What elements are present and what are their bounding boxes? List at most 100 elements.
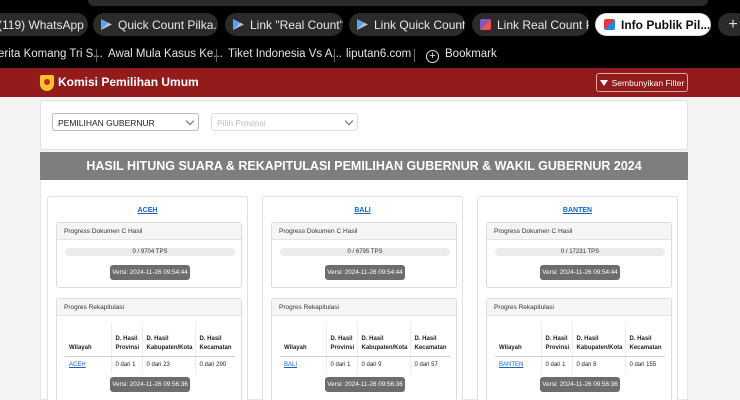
address-bar-edge (88, 0, 708, 6)
hide-filter-label: Sembunyikan Filter (611, 77, 685, 88)
chevron-down-icon (185, 116, 195, 126)
column-header: D. Hasil Kabupaten/Kota (141, 323, 195, 357)
election-type-value: PEMILIHAN GUBERNUR (58, 118, 155, 128)
progress-text: 0 / 9704 TPS (132, 249, 168, 255)
tab-info-publik-pilkada[interactable]: Info Publik Pil... ✕ (595, 13, 711, 36)
province-placeholder: Pilih Provinsi (217, 118, 266, 128)
table-row: BALI 0 dari 1 0 dari 9 0 dari 57 (280, 356, 450, 373)
filter-icon (599, 79, 608, 86)
province-link[interactable]: BALI (263, 207, 462, 214)
table-cell: 0 dari 23 (141, 356, 195, 373)
version-badge: Versi: 2024-11-26 09:54:44 (540, 265, 620, 280)
kpu-icon (604, 19, 615, 30)
tab-title: Link Real Count Pil... (497, 17, 589, 32)
bookmark-item[interactable]: Tiket Indonesia Vs A... (228, 48, 342, 60)
browser-tab-strip: (119) WhatsApp Quick Count Pilka... Link… (0, 0, 740, 44)
panel-heading: Progress Dokumen C Hasil (272, 223, 456, 240)
version-badge: Versi: 2024-11-26 09:56:36 (325, 377, 405, 392)
rekap-table: Wilayah D. Hasil Provinsi D. Hasil Kabup… (280, 323, 450, 373)
column-header: D. Hasil Kabupaten/Kota (571, 323, 625, 357)
column-header: Wilayah (65, 323, 111, 357)
bookmark-separator (334, 49, 335, 62)
region-link[interactable]: BANTEN (495, 356, 541, 373)
new-tab-button[interactable]: + (718, 13, 740, 36)
site-icon (480, 19, 491, 30)
bookmark-separator (216, 49, 217, 62)
bookmark-item[interactable]: Awal Mula Kasus Ke... (108, 48, 223, 60)
column-header: D. Hasil Kabupaten/Kota (356, 323, 410, 357)
panel-heading: Progress Dokumen C Hasil (57, 223, 241, 240)
province-link[interactable]: BANTEN (478, 207, 677, 214)
plus-circle-icon: + (426, 50, 439, 63)
tab-link-quick-count[interactable]: Link Quick Count ... (349, 13, 465, 36)
election-type-select[interactable]: PEMILIHAN GUBERNUR (52, 113, 199, 131)
region-link[interactable]: ACEH (65, 356, 111, 373)
tab-link-real-count-pilkada[interactable]: Link Real Count Pil... (472, 13, 589, 36)
c-hasil-panel: Progress Dokumen C Hasil 0 / 6795 TPS Ve… (271, 222, 457, 288)
site-brand[interactable]: Komisi Pemilihan Umum (58, 75, 199, 89)
table-cell: 0 dari 290 (194, 356, 235, 373)
province-card-bali: BALI Progress Dokumen C Hasil 0 / 6795 T… (262, 196, 463, 400)
version-badge: Versi: 2024-11-26 09:56:36 (540, 377, 620, 392)
tab-title: Info Publik Pil... (621, 17, 711, 32)
bookmarks-bar: erita Komang Tri S... Awal Mula Kasus Ke… (0, 44, 740, 68)
column-header: D. Hasil Kecamatan (624, 323, 665, 357)
progress-bar: 0 / 9704 TPS (65, 248, 235, 256)
rekap-panel: Progres Rekapitulasi Wilayah D. Hasil Pr… (56, 298, 242, 400)
version-badge: Versi: 2024-11-26 09:54:44 (325, 265, 405, 280)
bookmark-separator (414, 49, 415, 62)
kpu-logo-icon (40, 75, 54, 91)
table-cell: 0 dari 1 (540, 356, 572, 373)
panel-heading: Progress Dokumen C Hasil (487, 223, 671, 240)
table-cell: 0 dari 1 (325, 356, 357, 373)
column-header: D. Hasil Kecamatan (409, 323, 450, 357)
column-header: D. Hasil Provinsi (540, 323, 572, 357)
table-row: BANTEN 0 dari 1 0 dari 8 0 dari 155 (495, 356, 665, 373)
bookmark-separator (96, 49, 97, 62)
hide-filter-button[interactable]: Sembunyikan Filter (596, 73, 688, 92)
tab-quick-count-pilkada[interactable]: Quick Count Pilka... (93, 13, 218, 36)
table-cell: 0 dari 57 (409, 356, 450, 373)
progress-bar: 0 / 6795 TPS (280, 248, 450, 256)
province-link[interactable]: ACEH (48, 207, 247, 214)
province-card-banten: BANTEN Progress Dokumen C Hasil 0 / 1723… (477, 196, 678, 400)
table-cell: 0 dari 155 (624, 356, 665, 373)
rekap-table: Wilayah D. Hasil Provinsi D. Hasil Kabup… (65, 323, 235, 373)
progress-text: 0 / 6795 TPS (347, 249, 383, 255)
tab-link-real-count[interactable]: Link "Real Count" ... (225, 13, 343, 36)
column-header: D. Hasil Kecamatan (194, 323, 235, 357)
bookmark-label: Bookmark (445, 48, 497, 60)
plus-icon: + (728, 15, 738, 33)
tab-title: Quick Count Pilka... (118, 17, 218, 32)
close-tab-icon[interactable]: ✕ (710, 17, 711, 33)
version-badge: Versi: 2024-11-26 09:54:44 (110, 265, 190, 280)
bookmark-item[interactable]: liputan6.com (346, 48, 411, 60)
table-cell: 0 dari 9 (356, 356, 410, 373)
c-hasil-panel: Progress Dokumen C Hasil 0 / 9704 TPS Ve… (56, 222, 242, 288)
panel-heading: Progres Rekapitulasi (57, 299, 241, 316)
version-badge: Versi: 2024-11-26 09:56:36 (110, 377, 190, 392)
panel-heading: Progres Rekapitulasi (272, 299, 456, 316)
table-cell: 0 dari 8 (571, 356, 625, 373)
rekap-panel: Progres Rekapitulasi Wilayah D. Hasil Pr… (271, 298, 457, 400)
column-header: D. Hasil Provinsi (325, 323, 357, 357)
province-card-aceh: ACEH Progress Dokumen C Hasil 0 / 9704 T… (47, 196, 248, 400)
panel-heading: Progres Rekapitulasi (487, 299, 671, 316)
arrow-icon (101, 19, 112, 30)
bookmark-item[interactable]: erita Komang Tri S... (0, 48, 103, 60)
region-link[interactable]: BALI (280, 356, 326, 373)
tab-title: Link Quick Count ... (374, 17, 465, 32)
arrow-icon (357, 19, 368, 30)
tab-whatsapp[interactable]: (119) WhatsApp (0, 13, 88, 36)
progress-bar: 0 / 17231 TPS (495, 248, 665, 256)
arrow-icon (233, 19, 244, 30)
tab-title: Link "Real Count" ... (250, 17, 343, 32)
page-title: HASIL HITUNG SUARA & REKAPITULASI PEMILI… (40, 152, 688, 180)
rekap-table: Wilayah D. Hasil Provinsi D. Hasil Kabup… (495, 323, 665, 373)
c-hasil-panel: Progress Dokumen C Hasil 0 / 17231 TPS V… (486, 222, 672, 288)
table-cell: 0 dari 1 (110, 356, 142, 373)
tab-title: (119) WhatsApp (0, 17, 84, 32)
province-select[interactable]: Pilih Provinsi (211, 113, 358, 131)
add-bookmark-button[interactable]: + Bookmark (426, 48, 497, 63)
column-header: Wilayah (495, 323, 541, 357)
